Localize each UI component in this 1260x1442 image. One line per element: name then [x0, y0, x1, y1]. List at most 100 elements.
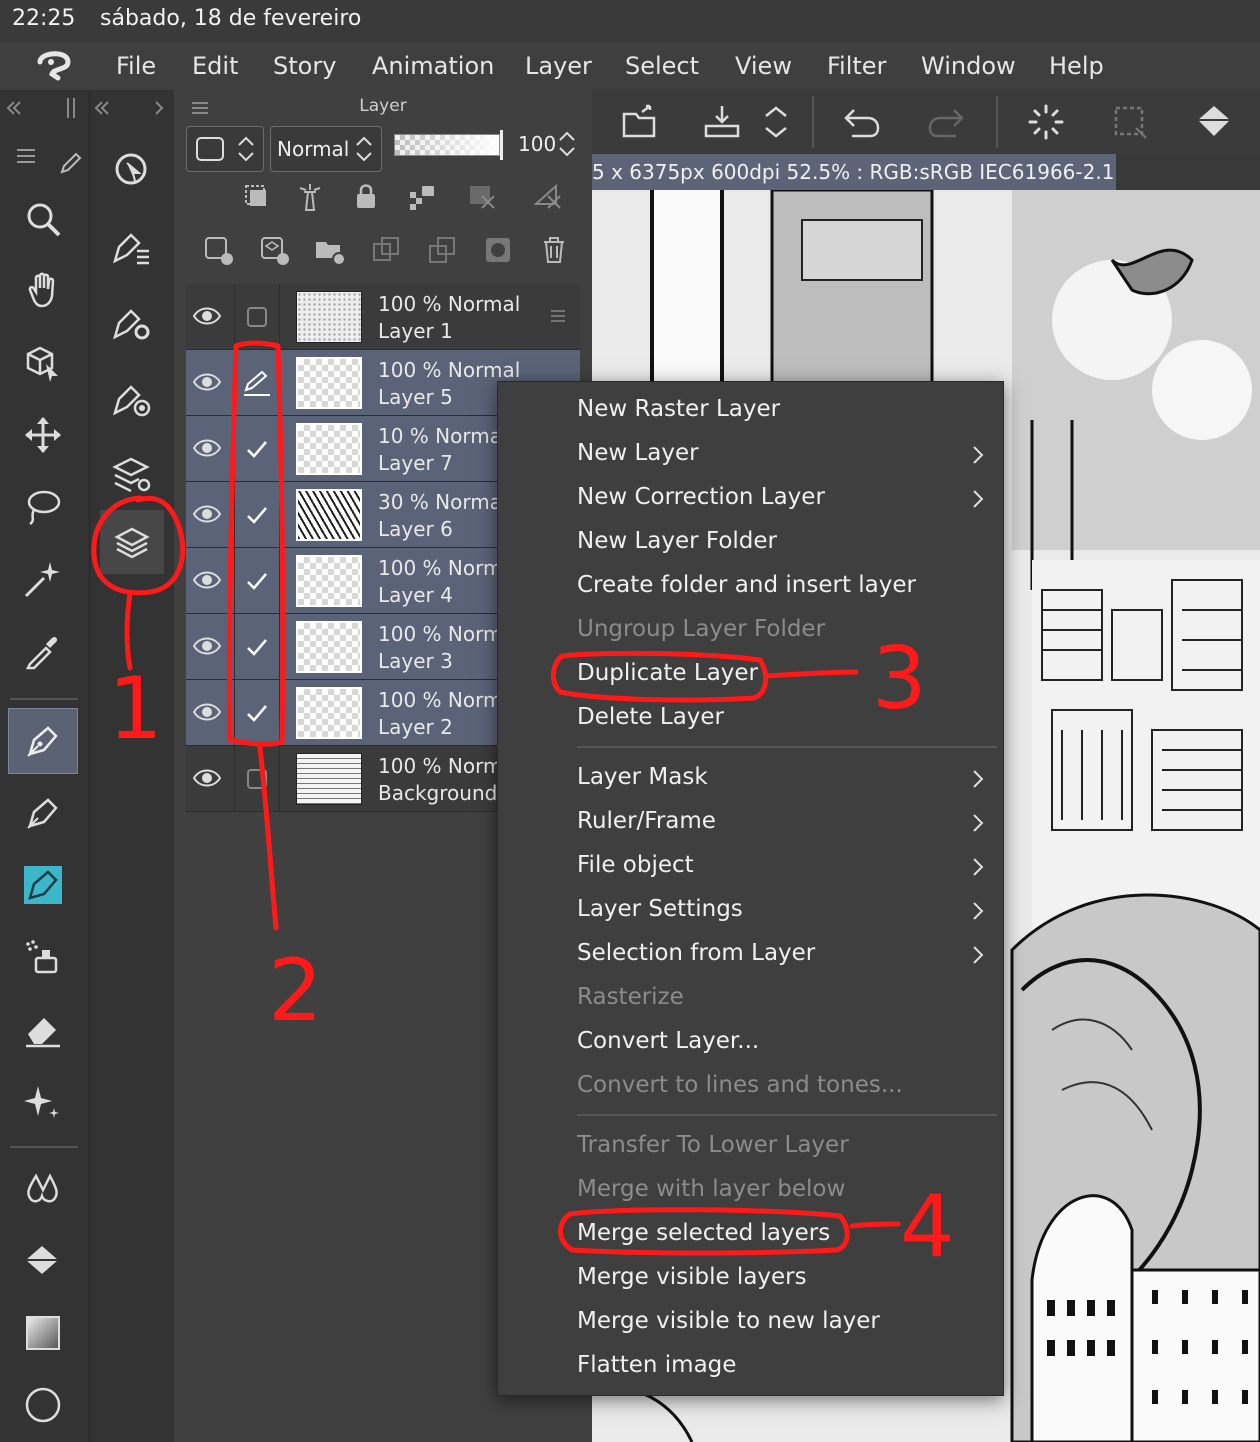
eye-icon[interactable]: [192, 634, 222, 658]
expand-right-icon[interactable]: [150, 98, 170, 118]
menu-item-layer-settings[interactable]: Layer Settings: [577, 896, 743, 922]
new-raster-layer-button[interactable]: [198, 230, 238, 270]
lock-transparent-button[interactable]: [402, 176, 442, 216]
layer-row-layer-1[interactable]: 100 % Normal Layer 1: [186, 284, 580, 350]
menu-item-file-object[interactable]: File object: [577, 852, 694, 878]
menu-window[interactable]: Window: [921, 52, 1016, 80]
collapse-left-icon[interactable]: [4, 98, 24, 118]
drag-handle-icon[interactable]: [550, 308, 566, 324]
airbrush-tool[interactable]: [8, 924, 78, 990]
brush-settings-button[interactable]: [100, 290, 164, 354]
pen-tab-icon[interactable]: [58, 150, 84, 176]
new-folder-button[interactable]: [310, 230, 350, 270]
new-vector-layer-button[interactable]: [254, 230, 294, 270]
undo-button[interactable]: [838, 98, 886, 146]
menu-item-new-layer-folder[interactable]: New Layer Folder: [577, 528, 777, 554]
fill-tool[interactable]: [8, 1228, 78, 1294]
eyedropper-tool[interactable]: [8, 618, 78, 684]
menu-item-merge-visible-new[interactable]: Merge visible to new layer: [577, 1308, 880, 1334]
merge-lower-button[interactable]: [422, 230, 462, 270]
menu-item-selection-from-layer[interactable]: Selection from Layer: [577, 940, 815, 966]
menu-animation[interactable]: Animation: [372, 52, 494, 80]
eye-icon[interactable]: [192, 568, 222, 592]
menu-file[interactable]: File: [116, 52, 156, 80]
opacity-value[interactable]: 100: [518, 132, 556, 156]
selection-button[interactable]: [1106, 98, 1154, 146]
open-file-button[interactable]: [616, 98, 664, 146]
layer-select-check[interactable]: [234, 680, 280, 746]
menu-item-convert-layer[interactable]: Convert Layer...: [577, 1028, 759, 1054]
menu-item-flatten-image[interactable]: Flatten image: [577, 1352, 736, 1378]
opacity-slider-handle[interactable]: [500, 130, 503, 160]
app-logo-icon[interactable]: [32, 48, 76, 84]
save-button[interactable]: [698, 98, 746, 146]
reference-layer-button[interactable]: [290, 176, 330, 216]
menu-item-new-correction-layer[interactable]: New Correction Layer: [577, 484, 825, 510]
decoration-tool[interactable]: [8, 1068, 78, 1134]
menu-edit[interactable]: Edit: [192, 52, 238, 80]
figure-tool[interactable]: [8, 1372, 78, 1438]
menu-item-ruler-frame[interactable]: Ruler/Frame: [577, 808, 716, 834]
menu-item-merge-selected[interactable]: Merge selected layers: [577, 1220, 830, 1246]
layer-select-check[interactable]: [234, 746, 280, 812]
menu-story[interactable]: Story: [273, 52, 336, 80]
ruler-enable-button[interactable]: [520, 176, 576, 216]
collapse-left-icon[interactable]: [90, 98, 110, 118]
mask-enable-button[interactable]: [456, 176, 512, 216]
layer-property-button[interactable]: [100, 442, 164, 506]
layer-select-check[interactable]: [234, 416, 280, 482]
object-select-tool[interactable]: [8, 330, 78, 396]
blend-mode-select[interactable]: Normal: [270, 126, 382, 172]
menu-item-new-raster-layer[interactable]: New Raster Layer: [577, 396, 780, 422]
menu-item-create-folder-insert[interactable]: Create folder and insert layer: [577, 572, 916, 598]
lasso-tool[interactable]: [8, 474, 78, 540]
blend-tool[interactable]: [8, 1156, 78, 1222]
layer-select-check[interactable]: [234, 482, 280, 548]
menu-item-merge-visible[interactable]: Merge visible layers: [577, 1264, 807, 1290]
lock-layer-button[interactable]: [346, 176, 386, 216]
pen-tool[interactable]: [8, 708, 78, 774]
menu-item-layer-mask[interactable]: Layer Mask: [577, 764, 708, 790]
brush-tool[interactable]: [8, 852, 78, 918]
eye-icon[interactable]: [192, 502, 222, 526]
magic-wand-tool[interactable]: [8, 546, 78, 612]
layer-select-check[interactable]: [234, 614, 280, 680]
tool-property-button[interactable]: [100, 214, 164, 278]
eraser-tool[interactable]: [8, 996, 78, 1062]
eye-icon[interactable]: [192, 370, 222, 394]
eye-icon[interactable]: [192, 304, 222, 328]
move-tool[interactable]: [8, 402, 78, 468]
layer-select-check[interactable]: [234, 548, 280, 614]
navigator-button[interactable]: [100, 138, 164, 202]
updown-chevron-icon[interactable]: [556, 128, 578, 160]
menu-item-delete-layer[interactable]: Delete Layer: [577, 704, 724, 730]
layer-select-check[interactable]: [234, 350, 280, 416]
toolbar-menu-icon[interactable]: [14, 144, 38, 168]
fill-button[interactable]: [1190, 98, 1238, 146]
hand-tool[interactable]: [8, 258, 78, 324]
menu-select[interactable]: Select: [625, 52, 699, 80]
more-commands-button[interactable]: [760, 98, 792, 146]
delete-layer-button[interactable]: [534, 230, 574, 270]
transfer-lower-button[interactable]: [366, 230, 406, 270]
layer-select-check[interactable]: [234, 284, 280, 350]
material-button[interactable]: [100, 366, 164, 430]
eye-icon[interactable]: [192, 436, 222, 460]
menu-item-duplicate-layer[interactable]: Duplicate Layer: [577, 660, 758, 686]
menu-help[interactable]: Help: [1049, 52, 1104, 80]
menu-filter[interactable]: Filter: [827, 52, 886, 80]
eye-icon[interactable]: [192, 700, 222, 724]
panel-grip-icon[interactable]: [64, 96, 80, 120]
layer-color-selector[interactable]: [186, 126, 264, 172]
pencil-tool[interactable]: [8, 780, 78, 846]
menu-view[interactable]: View: [735, 52, 792, 80]
zoom-tool[interactable]: [8, 186, 78, 252]
menu-item-new-layer[interactable]: New Layer: [577, 440, 699, 466]
clip-lower-layer-button[interactable]: [236, 176, 276, 216]
redo-button[interactable]: [922, 98, 970, 146]
opacity-slider[interactable]: [394, 134, 500, 156]
eye-icon[interactable]: [192, 766, 222, 790]
layer-palette-button[interactable]: [100, 510, 164, 574]
menu-layer[interactable]: Layer: [525, 52, 592, 80]
create-mask-button[interactable]: [478, 230, 518, 270]
